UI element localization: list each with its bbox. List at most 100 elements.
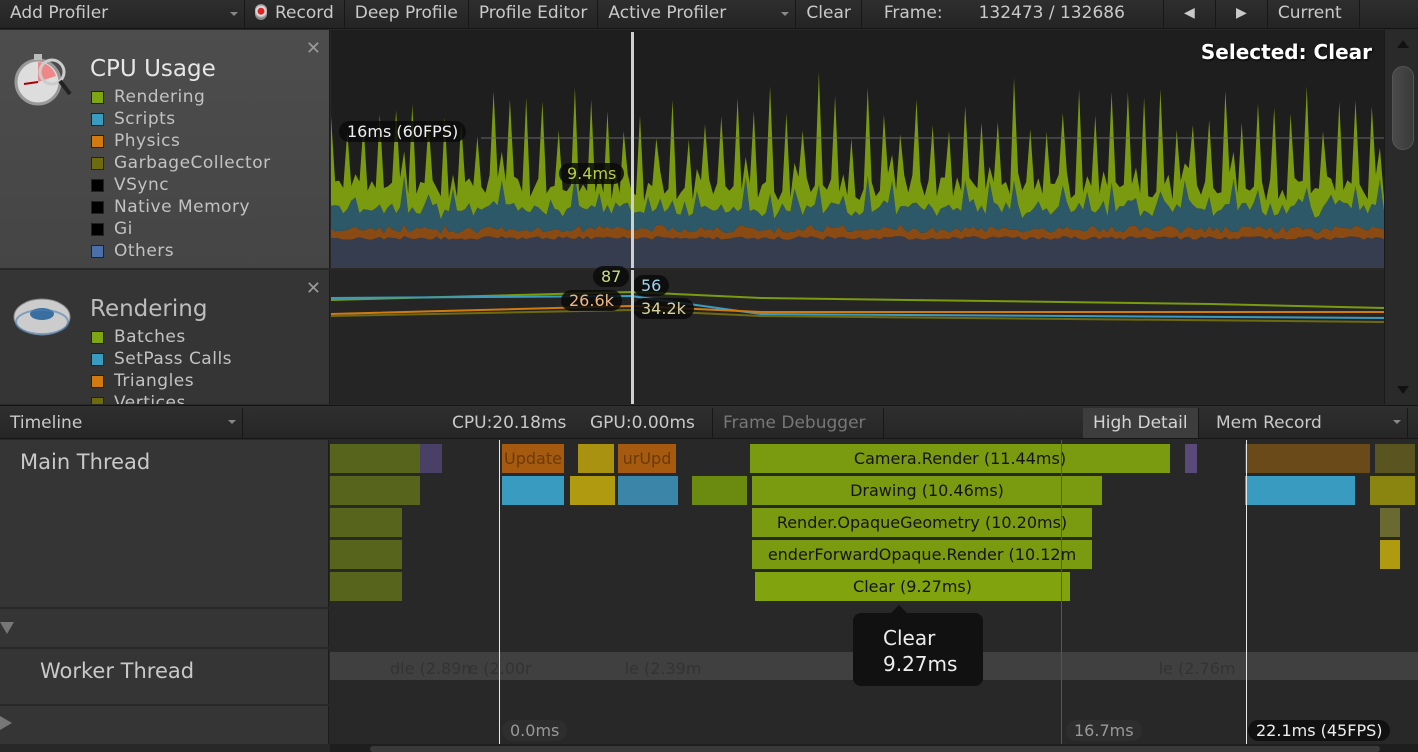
close-icon[interactable]: ✕	[306, 38, 321, 59]
timeline-sample-block[interactable]	[330, 476, 420, 505]
sample-bar-camera-render[interactable]: Camera.Render (11.44ms)	[750, 444, 1170, 473]
worker-idle-label[interactable]: le (2.39m	[623, 654, 703, 683]
add-profiler-dropdown[interactable]: Add Profiler	[0, 0, 245, 29]
rendering-title: Rendering	[90, 296, 208, 322]
legend-item-others[interactable]: Others	[91, 240, 271, 262]
legend-label: Triangles	[114, 371, 195, 391]
timeline-sample-block[interactable]	[1245, 444, 1370, 473]
timeline-sample-block[interactable]	[570, 476, 615, 505]
timeline-sample-block[interactable]	[1245, 476, 1355, 505]
thread-group-toggle-collapsed[interactable]	[0, 706, 329, 744]
scrollbar-thumb[interactable]	[1392, 66, 1414, 150]
clear-button[interactable]: Clear	[796, 0, 862, 29]
legend-label: VSync	[114, 175, 170, 195]
scrollbar-thumb[interactable]	[370, 746, 1380, 752]
timeline-sample-block[interactable]	[1375, 444, 1415, 473]
sample-bar-render-opaque-geometry[interactable]: Render.OpaqueGeometry (10.20ms)	[752, 508, 1092, 537]
next-arrow-icon: ▶	[1235, 5, 1247, 21]
close-icon[interactable]: ✕	[306, 278, 321, 299]
timeline-horizontal-scrollbar[interactable]	[330, 744, 1418, 752]
timeline-sample-block[interactable]	[330, 444, 420, 473]
record-button[interactable]: Record	[245, 0, 345, 29]
frame-cursor[interactable]	[631, 270, 634, 404]
timeline-sample-block[interactable]	[1185, 444, 1197, 473]
timeline-sample-block[interactable]	[330, 572, 402, 601]
frame-value: 132473 / 132686	[978, 3, 1125, 23]
prev-frame-button[interactable]: ◀	[1164, 0, 1216, 29]
sample-bar-drawing[interactable]: Drawing (10.46ms)	[752, 476, 1102, 505]
sample-bar-update[interactable]: Update	[502, 444, 564, 473]
scroll-down-icon[interactable]	[1397, 386, 1409, 394]
frame-cursor[interactable]	[631, 32, 634, 268]
legend-item-native-memory[interactable]: Native Memory	[91, 196, 271, 218]
cpu-usage-chart[interactable]: 16ms (60FPS) 9.4ms Selected: Clear	[331, 30, 1384, 268]
color-swatch	[91, 374, 104, 388]
frame-debugger-button[interactable]: Frame Debugger	[712, 408, 884, 438]
legend-item-batches[interactable]: Batches	[91, 326, 232, 348]
mem-record-label: Mem Record	[1216, 413, 1322, 433]
rendering-chart[interactable]: 87 56 26.6k 34.2k	[330, 266, 1385, 404]
legend-item-gi[interactable]: Gi	[91, 218, 271, 240]
thread-group-toggle[interactable]	[0, 609, 329, 647]
profiler-vertical-scrollbar[interactable]	[1384, 30, 1418, 404]
color-swatch	[91, 222, 104, 236]
timeline-sample-block[interactable]	[1370, 476, 1415, 505]
expand-down-icon[interactable]	[0, 622, 14, 634]
dropdown-arrow-icon	[230, 12, 238, 16]
rendering-series-line	[330, 290, 1385, 309]
timeline-view[interactable]: Camera.Render (11.44ms) Drawing (10.46ms…	[330, 440, 1418, 752]
next-frame-button[interactable]: ▶	[1216, 0, 1268, 29]
sample-bar-update[interactable]: urUpd	[618, 444, 676, 473]
timeline-sample-block[interactable]	[578, 444, 614, 473]
gpu-time: GPU:0.00ms	[590, 413, 695, 433]
timeline-sample-block[interactable]	[330, 540, 402, 569]
rendering-legend[interactable]: Rendering ✕ Batches SetPass Calls Triang…	[0, 270, 330, 404]
legend-item-vertices[interactable]: Vertices	[91, 392, 232, 404]
deep-profile-button[interactable]: Deep Profile	[345, 0, 469, 29]
color-swatch	[91, 112, 104, 126]
main-thread-header[interactable]: Main Thread	[0, 440, 329, 607]
current-frame-button[interactable]: Current	[1268, 0, 1360, 29]
mem-record-dropdown[interactable]: Mem Record	[1206, 408, 1408, 438]
legend-label: Others	[114, 241, 175, 261]
legend-item-triangles[interactable]: Triangles	[91, 370, 232, 392]
timeline-sample-block[interactable]	[618, 476, 678, 505]
worker-idle-label[interactable]: e (2.00r	[460, 654, 540, 683]
cpu-usage-legend[interactable]: CPU Usage ✕ Rendering Scripts Physics Ga…	[0, 30, 330, 268]
profile-editor-button[interactable]: Profile Editor	[469, 0, 599, 29]
cpu-area-layer	[331, 236, 1384, 268]
color-swatch	[91, 330, 104, 344]
timeline-sample-block[interactable]	[1380, 508, 1400, 537]
timeline-sample-block[interactable]	[1380, 540, 1400, 569]
legend-label: Rendering	[114, 87, 206, 107]
legend-item-rendering[interactable]: Rendering	[91, 86, 271, 108]
cpu-stacked-area-chart	[331, 72, 1384, 268]
record-label: Record	[275, 3, 334, 23]
legend-item-scripts[interactable]: Scripts	[91, 108, 271, 130]
legend-item-setpass-calls[interactable]: SetPass Calls	[91, 348, 232, 370]
worker-idle-label[interactable]: dle (2.89m	[390, 654, 470, 683]
high-detail-toggle[interactable]: High Detail	[1083, 408, 1199, 438]
sample-bar-clear[interactable]: Clear (9.27ms)	[755, 572, 1070, 601]
frame-end-line	[1246, 440, 1247, 745]
time-marker-start: 0.0ms	[502, 720, 568, 741]
worker-thread-header[interactable]: Worker Thread	[0, 649, 329, 704]
legend-item-physics[interactable]: Physics	[91, 130, 271, 152]
timeline-sample-block[interactable]	[330, 508, 402, 537]
legend-label: Gi	[114, 219, 133, 239]
worker-idle-label[interactable]: le (2.76m	[1152, 654, 1242, 683]
tooltip-name: Clear	[883, 626, 936, 650]
view-mode-dropdown[interactable]: Timeline	[0, 408, 243, 438]
sample-bar-render-forward-opaque[interactable]: enderForwardOpaque.Render (10.12m	[752, 540, 1092, 569]
active-profiler-dropdown[interactable]: Active Profiler	[598, 0, 797, 29]
timeline-sample-block[interactable]	[692, 476, 747, 505]
legend-label: Vertices	[114, 393, 186, 404]
legend-item-vsync[interactable]: VSync	[91, 174, 271, 196]
timeline-sample-block[interactable]	[502, 476, 564, 505]
legend-item-garbagecollector[interactable]: GarbageCollector	[91, 152, 271, 174]
frame-label: Frame:	[883, 3, 943, 23]
target-frame-time-label: 16ms (60FPS)	[339, 121, 467, 142]
timeline-sample-block[interactable]	[420, 444, 442, 473]
expand-right-icon[interactable]	[0, 716, 12, 730]
scroll-up-icon[interactable]	[1397, 40, 1409, 48]
